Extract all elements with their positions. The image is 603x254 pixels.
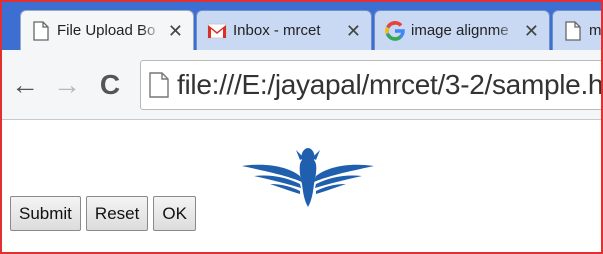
page-icon <box>31 20 51 41</box>
forward-button[interactable]: → <box>52 68 82 102</box>
reset-button[interactable]: Reset <box>85 196 149 231</box>
browser-window: File Upload Bo ✕ Inbox - mrcet ✕ image a… <box>0 0 603 254</box>
url-text[interactable]: file:///E:/jayapal/mrcet/3-2/sample.html <box>177 69 601 101</box>
close-icon[interactable]: ✕ <box>168 22 183 40</box>
close-icon[interactable]: ✕ <box>346 22 361 40</box>
tab-title: File Upload Bo <box>57 22 156 39</box>
form-buttons: Submit Reset OK <box>10 196 196 231</box>
bird-logo-icon <box>242 148 374 207</box>
close-icon[interactable]: ✕ <box>524 22 539 40</box>
google-icon <box>385 20 405 41</box>
back-button[interactable]: ← <box>10 68 40 102</box>
address-bar[interactable]: file:///E:/jayapal/mrcet/3-2/sample.html <box>140 60 601 110</box>
page-icon <box>563 20 583 41</box>
gmail-icon <box>207 21 227 41</box>
ok-button[interactable]: OK <box>153 196 196 231</box>
browser-toolbar: ← → C file:///E:/jayapal/mrcet/3-2/sampl… <box>2 50 601 120</box>
reload-button[interactable]: C <box>95 68 125 102</box>
tab-image-alignment[interactable]: image alignme ✕ <box>374 10 550 50</box>
page-icon <box>149 72 169 98</box>
tab-title: Inbox - mrcet <box>233 22 321 39</box>
tab-partial[interactable]: mi <box>552 10 602 50</box>
tab-strip: File Upload Bo ✕ Inbox - mrcet ✕ image a… <box>2 2 602 50</box>
tab-inbox[interactable]: Inbox - mrcet ✕ <box>196 10 372 50</box>
page-content: Submit Reset OK <box>2 121 601 252</box>
tab-title: mi <box>589 22 602 39</box>
submit-button[interactable]: Submit <box>10 196 81 231</box>
tab-title: image alignme <box>411 22 509 39</box>
tab-file-upload[interactable]: File Upload Bo ✕ <box>20 10 194 50</box>
